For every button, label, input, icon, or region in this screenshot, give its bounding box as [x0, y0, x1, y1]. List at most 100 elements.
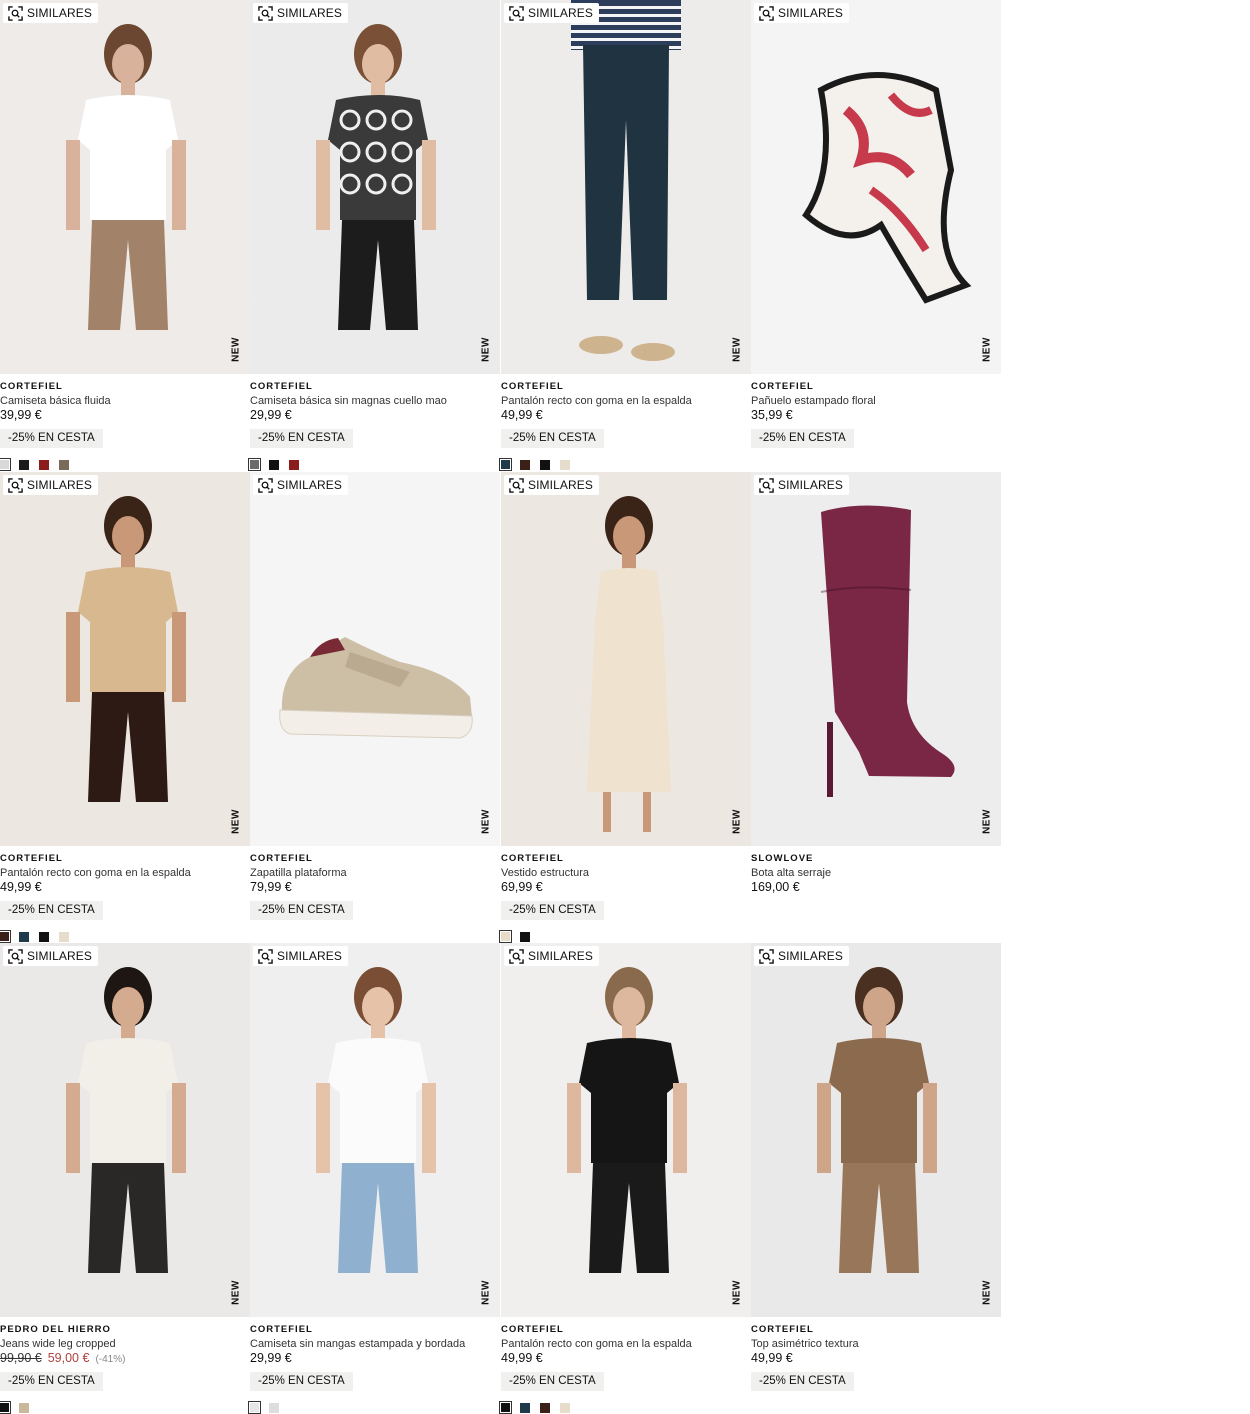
- color-swatch[interactable]: [520, 1403, 530, 1413]
- product-brand: CORTEFIEL: [501, 853, 564, 864]
- color-swatch[interactable]: [520, 460, 530, 470]
- product-price-row: 35,99 €: [751, 408, 1001, 423]
- similares-button[interactable]: SIMILARES: [504, 475, 599, 495]
- product-image[interactable]: SIMILARES NEW: [0, 0, 250, 374]
- color-swatch[interactable]: [0, 458, 11, 471]
- product-price-row: 29,99 €: [250, 408, 500, 423]
- product-image[interactable]: SIMILARES NEW: [250, 943, 500, 1317]
- product-name[interactable]: Pantalón recto con goma en la espalda: [501, 394, 751, 408]
- similares-button[interactable]: SIMILARES: [3, 475, 98, 495]
- similares-button[interactable]: SIMILARES: [754, 3, 849, 23]
- color-swatch[interactable]: [19, 932, 29, 942]
- product-brand: SLOWLOVE: [751, 853, 814, 864]
- product-price-row: 29,99 €: [250, 1351, 500, 1366]
- color-swatch[interactable]: [499, 930, 512, 943]
- visual-search-icon: [759, 477, 774, 493]
- product-name[interactable]: Camiseta básica fluida: [0, 394, 250, 408]
- product-info: CORTEFIEL Pañuelo estampado floral 35,99 €…: [751, 380, 1001, 448]
- product-brand: CORTEFIEL: [751, 1324, 814, 1335]
- similares-label: SIMILARES: [27, 6, 92, 20]
- product-card[interactable]: SIMILARES NEW PEDRO DEL HIERRO Jeans wide l…: [0, 943, 250, 1414]
- color-swatch[interactable]: [0, 930, 11, 943]
- similares-button[interactable]: SIMILARES: [253, 475, 348, 495]
- color-swatch[interactable]: [499, 1401, 512, 1414]
- similares-button[interactable]: SIMILARES: [754, 475, 849, 495]
- color-swatch[interactable]: [540, 1403, 550, 1413]
- similares-label: SIMILARES: [528, 478, 593, 492]
- product-name[interactable]: Top asimétrico textura: [751, 1337, 1001, 1351]
- product-image[interactable]: SIMILARES NEW: [250, 0, 500, 374]
- similares-button[interactable]: SIMILARES: [3, 946, 98, 966]
- product-card[interactable]: SIMILARES NEW CORTEFIEL Zapatilla plataform…: [250, 472, 500, 943]
- product-name[interactable]: Vestido estructura: [501, 866, 751, 880]
- similares-button[interactable]: SIMILARES: [504, 3, 599, 23]
- visual-search-icon: [8, 477, 23, 493]
- new-badge-label: NEW: [480, 1280, 492, 1305]
- color-swatch[interactable]: [269, 1403, 279, 1413]
- color-swatch[interactable]: [540, 460, 550, 470]
- color-swatch[interactable]: [0, 1401, 11, 1414]
- similares-label: SIMILARES: [27, 949, 92, 963]
- product-card[interactable]: SIMILARES NEW SLOWLOVE Bota alta serraje 169…: [751, 472, 1001, 943]
- new-badge-label: NEW: [230, 809, 242, 834]
- product-brand: CORTEFIEL: [250, 1324, 313, 1335]
- color-swatch[interactable]: [39, 460, 49, 470]
- color-swatch[interactable]: [560, 460, 570, 470]
- product-brand: CORTEFIEL: [0, 853, 63, 864]
- product-card[interactable]: SIMILARES NEW CORTEFIEL Pañuelo estampado f…: [751, 0, 1001, 471]
- similares-button[interactable]: SIMILARES: [754, 946, 849, 966]
- color-swatch[interactable]: [269, 460, 279, 470]
- product-card[interactable]: SIMILARES NEW CORTEFIEL Pantalón recto con …: [499, 943, 751, 1414]
- product-name[interactable]: Pantalón recto con goma en la espalda: [0, 866, 250, 880]
- product-price: 39,99 €: [0, 408, 42, 422]
- color-swatch[interactable]: [499, 458, 512, 471]
- new-badge-label: NEW: [230, 1280, 242, 1305]
- similares-button[interactable]: SIMILARES: [3, 3, 98, 23]
- color-swatches: [248, 458, 299, 471]
- product-name[interactable]: Camiseta sin mangas estampada y bordada: [250, 1337, 500, 1351]
- product-name[interactable]: Zapatilla plataforma: [250, 866, 500, 880]
- product-image[interactable]: SIMILARES NEW: [501, 0, 751, 374]
- product-name[interactable]: Jeans wide leg cropped: [0, 1337, 250, 1351]
- product-name[interactable]: Bota alta serraje: [751, 866, 1001, 880]
- product-card[interactable]: SIMILARES NEW CORTEFIEL Vestido estructura 6…: [499, 472, 751, 943]
- new-badge: NEW: [230, 337, 242, 364]
- visual-search-icon: [258, 477, 273, 493]
- similares-button[interactable]: SIMILARES: [253, 3, 348, 23]
- color-swatch[interactable]: [39, 932, 49, 942]
- similares-label: SIMILARES: [778, 949, 843, 963]
- similares-button[interactable]: SIMILARES: [504, 946, 599, 966]
- product-price-row: 49,99 €: [0, 880, 250, 895]
- product-card[interactable]: SIMILARES NEW CORTEFIEL Camiseta básica sin…: [248, 0, 500, 471]
- product-price: 35,99 €: [751, 408, 793, 422]
- color-swatch[interactable]: [560, 1403, 570, 1413]
- product-image[interactable]: SIMILARES NEW: [751, 472, 1001, 846]
- product-image[interactable]: SIMILARES NEW: [250, 472, 500, 846]
- color-swatch[interactable]: [248, 458, 261, 471]
- product-image[interactable]: SIMILARES NEW: [751, 0, 1001, 374]
- product-price-row: 49,99 €: [501, 408, 751, 423]
- product-card[interactable]: SIMILARES NEW CORTEFIEL Pantalón recto con …: [0, 472, 250, 943]
- product-image[interactable]: SIMILARES NEW: [501, 472, 751, 846]
- product-name[interactable]: Pañuelo estampado floral: [751, 394, 1001, 408]
- product-name[interactable]: Camiseta básica sin magnas cuello mao: [250, 394, 500, 408]
- color-swatch[interactable]: [59, 460, 69, 470]
- similares-button[interactable]: SIMILARES: [253, 946, 348, 966]
- color-swatch[interactable]: [59, 932, 69, 942]
- color-swatch[interactable]: [19, 460, 29, 470]
- product-card[interactable]: SIMILARES NEW CORTEFIEL Camiseta básica flu…: [0, 0, 250, 471]
- product-image[interactable]: SIMILARES NEW: [751, 943, 1001, 1317]
- product-image[interactable]: SIMILARES NEW: [0, 943, 250, 1317]
- product-brand: CORTEFIEL: [501, 381, 564, 392]
- product-name[interactable]: Pantalón recto con goma en la espalda: [501, 1337, 751, 1351]
- product-image[interactable]: SIMILARES NEW: [0, 472, 250, 846]
- product-card[interactable]: SIMILARES NEW CORTEFIEL Pantalón recto con …: [499, 0, 751, 471]
- product-price: 29,99 €: [250, 1351, 292, 1365]
- product-image[interactable]: SIMILARES NEW: [501, 943, 751, 1317]
- color-swatch[interactable]: [19, 1403, 29, 1413]
- color-swatch[interactable]: [520, 932, 530, 942]
- color-swatch[interactable]: [248, 1401, 261, 1414]
- product-card[interactable]: SIMILARES NEW CORTEFIEL Top asimétrico text…: [751, 943, 1001, 1414]
- product-card[interactable]: SIMILARES NEW CORTEFIEL Camiseta sin mangas…: [248, 943, 500, 1414]
- color-swatch[interactable]: [289, 460, 299, 470]
